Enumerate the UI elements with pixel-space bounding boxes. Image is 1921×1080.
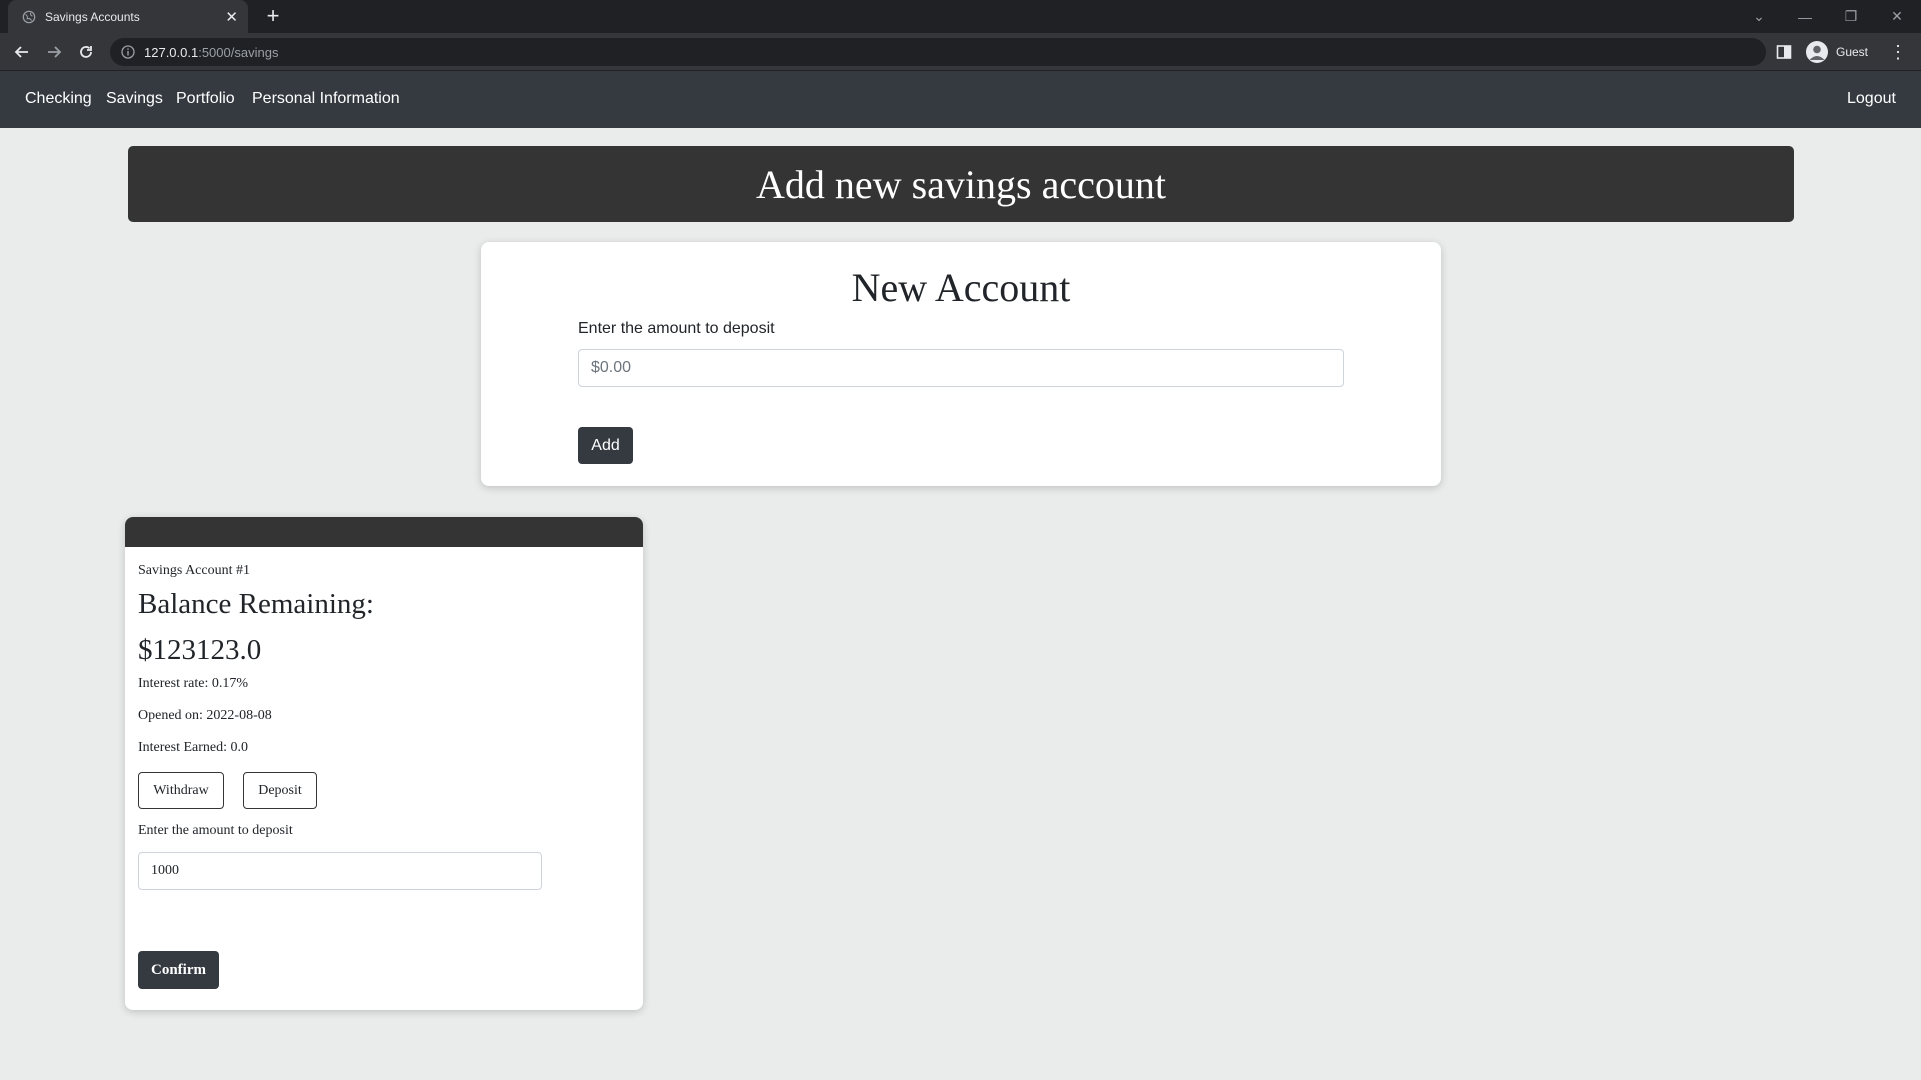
nav-link-personal-information[interactable]: Personal Information (252, 90, 400, 108)
plus-icon[interactable]: + (260, 4, 286, 30)
page-title: Add new savings account (756, 161, 1166, 207)
interest-earned: Interest Earned: 0.0 (138, 740, 249, 755)
back-arrow-icon[interactable] (7, 37, 37, 67)
profile-icon (1806, 41, 1828, 63)
address-bar[interactable]: 127.0.0.1:5000/savings (110, 38, 1766, 66)
savings-account-card: Savings Account #1 Balance Remaining: $1… (125, 517, 643, 1010)
logout-link[interactable]: Logout (1847, 90, 1896, 108)
add-account-button[interactable]: Add (578, 427, 633, 464)
profile-button[interactable]: Guest (1806, 40, 1868, 64)
nav-link-savings[interactable]: Savings (106, 90, 163, 108)
amount-label: Enter the amount to deposit (138, 823, 293, 838)
opened-on: Opened on: 2022-08-08 (138, 708, 272, 723)
window-close-icon[interactable]: ✕ (1874, 0, 1920, 33)
reload-icon[interactable] (71, 37, 101, 67)
interest-rate: Interest rate: 0.17% (138, 676, 249, 691)
info-icon[interactable] (120, 44, 136, 60)
kebab-menu-icon[interactable]: ⋮ (1888, 42, 1908, 62)
tab-title: Savings Accounts (45, 9, 140, 24)
browser-toolbar: 127.0.0.1:5000/savings Guest ⋮ (0, 33, 1921, 71)
side-panel-icon[interactable] (1776, 44, 1792, 60)
browser-tab-bar: Savings Accounts ✕ + ⌄ — ❐ ✕ (0, 0, 1921, 33)
page-header-banner: Add new savings account (128, 146, 1794, 222)
nav-link-checking[interactable]: Checking (25, 90, 92, 108)
restore-icon[interactable]: ❐ (1828, 0, 1874, 33)
deposit-label: Enter the amount to deposit (578, 320, 775, 337)
url-path: :5000/savings (198, 44, 279, 60)
deposit-button[interactable]: Deposit (243, 772, 317, 809)
minimize-icon[interactable]: — (1782, 0, 1828, 33)
app-navbar: Checking Savings Portfolio Personal Info… (0, 71, 1921, 128)
account-name: Savings Account #1 (138, 563, 250, 578)
browser-tab[interactable]: Savings Accounts ✕ (8, 0, 248, 33)
balance-label: Balance Remaining: (138, 588, 374, 620)
url-host: 127.0.0.1 (144, 44, 199, 60)
withdraw-button[interactable]: Withdraw (138, 772, 224, 809)
new-account-heading: New Account (851, 265, 1071, 310)
globe-icon (22, 10, 36, 23)
forward-arrow-icon[interactable] (39, 37, 69, 67)
profile-label: Guest (1836, 45, 1869, 59)
new-account-card: New Account Enter the amount to deposit … (481, 242, 1441, 486)
amount-input[interactable] (138, 852, 542, 890)
balance-value: $123123.0 (138, 634, 262, 666)
close-icon[interactable]: ✕ (225, 8, 238, 26)
card-header (125, 517, 643, 547)
confirm-button[interactable]: Confirm (138, 951, 219, 989)
chevron-down-icon[interactable]: ⌄ (1736, 0, 1782, 33)
nav-link-portfolio[interactable]: Portfolio (176, 90, 235, 108)
deposit-amount-input[interactable] (578, 349, 1344, 387)
